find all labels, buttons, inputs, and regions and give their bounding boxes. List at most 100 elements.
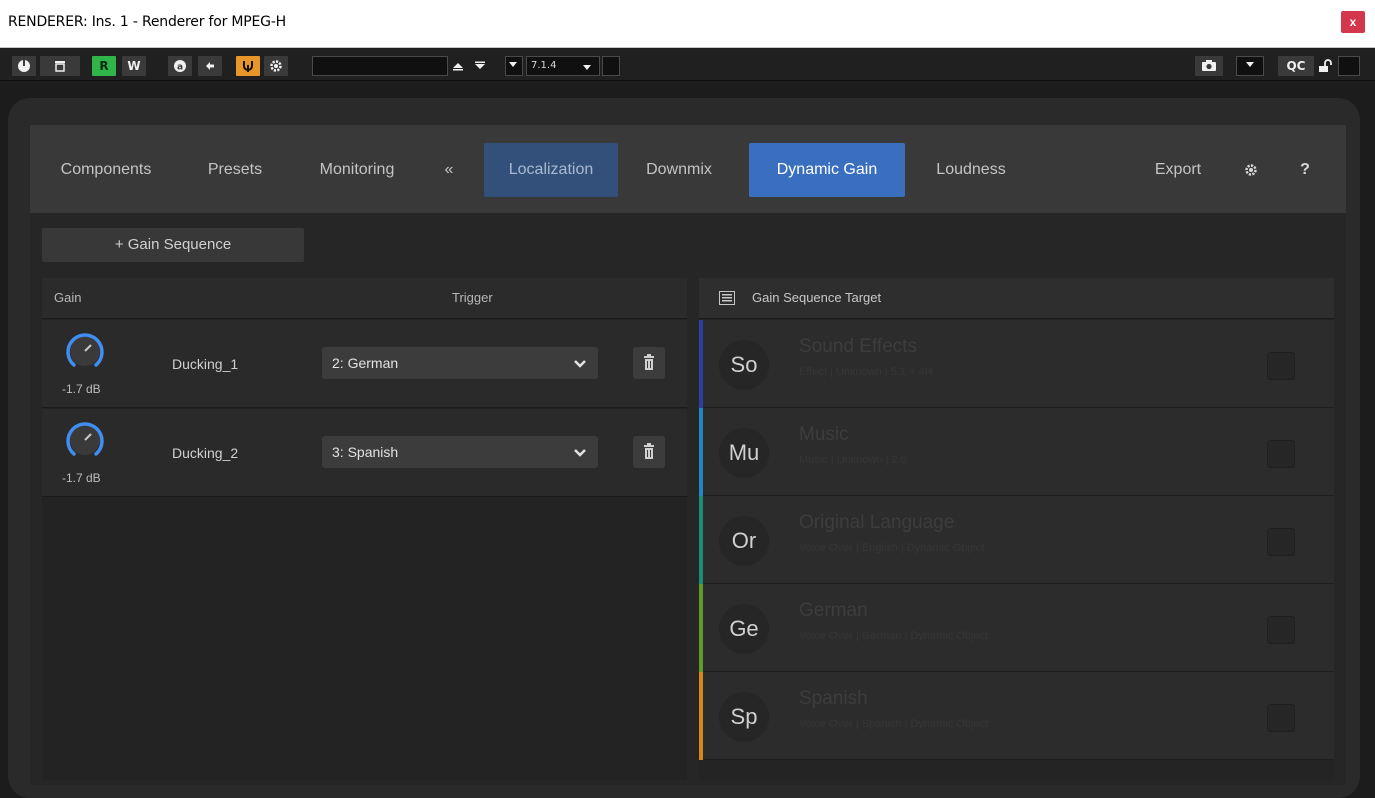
color-stripe (699, 408, 703, 496)
tab-loudness[interactable]: Loudness (918, 143, 1024, 197)
tab-dynamic-gain[interactable]: Dynamic Gain (749, 143, 905, 197)
trigger-select[interactable]: 2: German (322, 347, 598, 379)
target-abbreviation: Ge (719, 604, 769, 654)
settings-button[interactable] (264, 56, 288, 76)
compare-icon (55, 61, 65, 72)
toolbar-spacer-field (602, 56, 620, 76)
target-abbreviation: Or (719, 516, 769, 566)
target-name: Music (799, 424, 849, 445)
snapshot-menu-dropdown[interactable] (1236, 56, 1264, 76)
write-automation-button[interactable]: W (122, 56, 146, 76)
lock-button[interactable] (1314, 56, 1336, 76)
gain-sequence-list: Gain Trigger -1.7 dB Ducking_1 2: German… (42, 278, 687, 780)
target-checkbox[interactable] (1267, 528, 1295, 556)
lock-open-icon (1319, 59, 1332, 72)
target-checkbox[interactable] (1267, 352, 1295, 380)
down-arrow-icon (475, 61, 485, 69)
gain-knob[interactable] (62, 328, 108, 374)
previous-preset-button[interactable] (448, 56, 468, 76)
target-details: Voice Over | Spanish | Dynamic Object (799, 718, 989, 730)
target-panel-header: Gain Sequence Target (699, 278, 1334, 319)
link-button[interactable] (236, 56, 260, 76)
target-name: Sound Effects (799, 336, 917, 357)
next-preset-button[interactable] (470, 56, 490, 76)
target-item-spanish: Sp Spanish Voice Over | Spanish | Dynami… (699, 672, 1334, 760)
arrow-left-button[interactable] (198, 56, 222, 76)
power-icon (18, 60, 30, 72)
gear-icon (1245, 164, 1257, 176)
target-checkbox[interactable] (1267, 704, 1295, 732)
color-stripe (699, 584, 703, 672)
channel-format-select[interactable]: 7.1.4 (526, 56, 600, 76)
tab-monitoring[interactable]: Monitoring (302, 143, 412, 197)
collapse-tabs-button[interactable]: « (434, 143, 464, 197)
target-details: Music | Unknown | 2.0 (799, 454, 907, 466)
toolbar-end-field (1338, 56, 1360, 76)
trigger-value: 2: German (332, 355, 399, 371)
channel-format-value: 7.1.4 (531, 60, 557, 71)
tab-downmix[interactable]: Downmix (632, 143, 726, 197)
settings-button[interactable] (1236, 143, 1266, 197)
target-item-german: Ge German Voice Over | German | Dynamic … (699, 584, 1334, 672)
dropdown-arrow-icon (1246, 62, 1254, 67)
host-toolbar: R W a 7.1.4 QC (0, 49, 1375, 81)
target-panel-title: Gain Sequence Target (752, 290, 882, 305)
trigger-column-header: Trigger (452, 290, 493, 305)
gain-table-header: Gain Trigger (42, 278, 687, 319)
gain-sequence-row: -1.7 dB Ducking_2 3: Spanish (42, 409, 687, 497)
tab-localization[interactable]: Localization (484, 143, 618, 197)
target-name: German (799, 600, 868, 621)
target-item-sound-effects: So Sound Effects Effect | Unknown | 5.1 … (699, 320, 1334, 408)
chevron-down-icon (574, 360, 586, 368)
link-icon (243, 61, 253, 72)
tab-export[interactable]: Export (1145, 143, 1211, 197)
automation-mode-button[interactable]: a (168, 56, 192, 76)
window-title: RENDERER: Ins. 1 - Renderer for MPEG-H (8, 14, 287, 30)
dropdown-arrow-icon (583, 65, 591, 70)
dropdown-arrow-icon (509, 62, 517, 67)
close-button[interactable]: x (1341, 11, 1365, 33)
add-gain-sequence-button[interactable]: + Gain Sequence (42, 228, 304, 262)
up-arrow-icon (453, 63, 463, 71)
color-stripe (699, 496, 703, 584)
target-checkbox[interactable] (1267, 616, 1295, 644)
preset-name-field[interactable] (312, 56, 448, 76)
target-abbreviation: So (719, 340, 769, 390)
sequence-name: Ducking_2 (172, 445, 239, 461)
delete-sequence-button[interactable] (633, 436, 665, 468)
automation-icon: a (174, 60, 186, 73)
snapshot-button[interactable] (1195, 56, 1223, 76)
preset-menu-dropdown[interactable] (505, 56, 523, 76)
target-checkbox[interactable] (1267, 440, 1295, 468)
help-button[interactable]: ? (1290, 143, 1320, 197)
gain-value: -1.7 dB (62, 471, 101, 485)
svg-text:a: a (177, 63, 183, 73)
target-abbreviation: Mu (719, 428, 769, 478)
qc-button[interactable]: QC (1278, 56, 1314, 76)
target-item-music: Mu Music Music | Unknown | 2.0 (699, 408, 1334, 496)
gain-knob[interactable] (62, 417, 108, 463)
arrow-left-icon (206, 62, 214, 70)
trigger-select[interactable]: 3: Spanish (322, 436, 598, 468)
power-button[interactable] (12, 56, 36, 76)
trash-icon (644, 354, 654, 370)
read-automation-button[interactable]: R (92, 56, 116, 76)
delete-sequence-button[interactable] (633, 347, 665, 379)
tab-components[interactable]: Components (44, 143, 168, 197)
trash-icon (644, 443, 654, 459)
target-name: Original Language (799, 512, 955, 533)
target-details: Voice Over | English | Dynamic Object (799, 542, 985, 554)
color-stripe (699, 672, 703, 760)
target-abbreviation: Sp (719, 692, 769, 742)
gain-column-header: Gain (54, 290, 82, 305)
color-stripe (699, 320, 703, 408)
gain-sequence-target-panel: Gain Sequence Target So Sound Effects Ef… (699, 278, 1334, 780)
target-details: Effect | Unknown | 5.1 + 4H (799, 366, 933, 378)
chevron-down-icon (574, 449, 586, 457)
compare-button[interactable] (40, 56, 80, 76)
gear-icon (270, 60, 282, 72)
window-titlebar: RENDERER: Ins. 1 - Renderer for MPEG-H x (0, 0, 1375, 48)
tab-bar: Components Presets Monitoring « Localiza… (30, 125, 1346, 213)
tab-presets[interactable]: Presets (194, 143, 276, 197)
sequence-name: Ducking_1 (172, 356, 239, 372)
